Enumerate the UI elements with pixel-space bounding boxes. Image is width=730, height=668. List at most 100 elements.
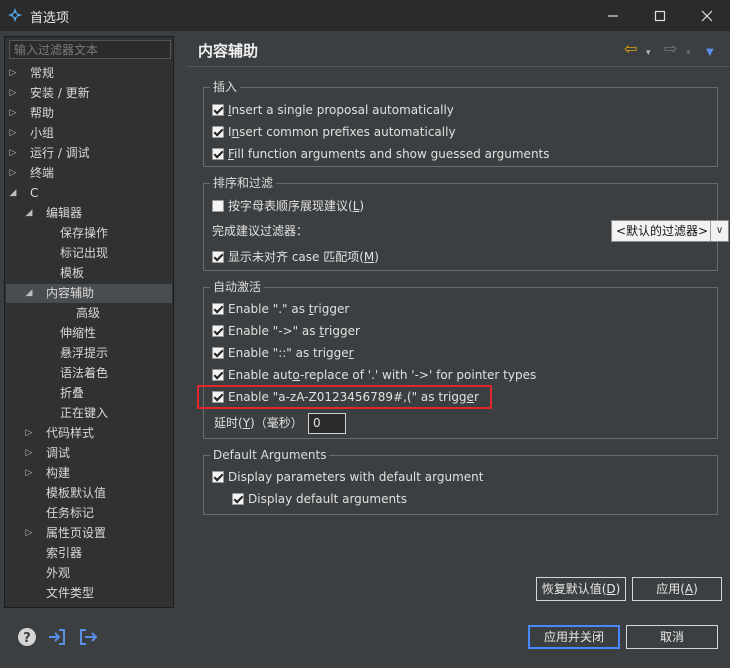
tree-item[interactable]: ▷ 终端 (6, 164, 172, 183)
tree-item[interactable]: 文件类型 (6, 584, 172, 603)
title-separator (186, 66, 730, 67)
collapsed-arrow-icon[interactable] (24, 544, 34, 563)
collapsed-arrow-icon[interactable] (38, 264, 48, 283)
select-value: <默认的过滤器> (616, 224, 709, 238)
completion-filter-select[interactable]: <默认的过滤器> ∨ (611, 220, 729, 242)
tree-item-label: 安装 / 更新 (30, 86, 90, 100)
eclipse-app-icon (8, 8, 22, 22)
expanded-arrow-icon[interactable]: ◢ (8, 184, 18, 203)
collapsed-arrow-icon[interactable]: ▷ (24, 464, 34, 483)
tree-item[interactable]: ◢ C (6, 184, 172, 203)
maximize-button[interactable] (637, 0, 683, 31)
close-button[interactable] (684, 0, 730, 31)
minimize-button[interactable] (590, 0, 636, 31)
collapsed-arrow-icon[interactable]: ▷ (24, 444, 34, 463)
group-title: 排序和过滤 (210, 175, 277, 191)
collapsed-arrow-icon[interactable] (24, 564, 34, 583)
tree-item[interactable]: 索引器 (6, 544, 172, 563)
view-menu-icon[interactable]: ▼ (706, 44, 714, 62)
checkbox-box[interactable] (212, 471, 224, 483)
collapsed-arrow-icon[interactable]: ▷ (8, 84, 18, 103)
help-icon[interactable]: ? (17, 627, 37, 647)
collapsed-arrow-icon[interactable]: ▷ (8, 164, 18, 183)
import-icon[interactable] (47, 627, 67, 647)
tree-item-label: 帮助 (30, 106, 55, 120)
tree-item[interactable]: ◢ 编辑器 (6, 204, 172, 223)
apply-button[interactable]: 应用(A) (632, 577, 722, 601)
checkbox-box[interactable] (212, 369, 224, 381)
delay-input[interactable]: 0 (308, 413, 346, 434)
forward-arrow-icon[interactable]: ⇨ (664, 40, 677, 58)
checkbox-box[interactable] (232, 493, 244, 505)
back-arrow-icon[interactable]: ⇦ (624, 40, 637, 58)
tree-item[interactable]: ◢ 内容辅助 (6, 284, 172, 303)
collapsed-arrow-icon[interactable] (24, 504, 34, 523)
filter-input[interactable] (9, 40, 171, 59)
collapsed-arrow-icon[interactable]: ▷ (8, 64, 18, 83)
collapsed-arrow-icon[interactable]: ▷ (8, 124, 18, 143)
highlight-annotation (197, 385, 492, 409)
restore-defaults-button[interactable]: 恢复默认值(D) (536, 577, 626, 601)
tree-item[interactable]: ▷ 属性页设置 (6, 524, 172, 543)
tree-item[interactable]: ▷ 代码样式 (6, 424, 172, 443)
tree-item-label: 调试 (46, 446, 71, 460)
tree-item[interactable]: 模板 (6, 264, 172, 283)
tree-item[interactable]: ▷ 常规 (6, 64, 172, 83)
collapsed-arrow-icon[interactable] (24, 484, 34, 503)
checkbox-label: Fill function arguments and show guessed… (228, 147, 550, 161)
tree-item[interactable]: 折叠 (6, 384, 172, 403)
tree-item-label: 语法着色 (60, 366, 109, 380)
collapsed-arrow-icon[interactable] (24, 584, 34, 603)
apply-and-close-button[interactable]: 应用并关闭 (528, 625, 620, 649)
collapsed-arrow-icon[interactable]: ▷ (24, 524, 34, 543)
collapsed-arrow-icon[interactable] (38, 244, 48, 263)
expanded-arrow-icon[interactable]: ◢ (24, 204, 34, 223)
tree-item[interactable]: 任务标记 (6, 504, 172, 523)
collapsed-arrow-icon[interactable] (54, 304, 64, 323)
collapsed-arrow-icon[interactable] (38, 364, 48, 383)
checkbox-box[interactable] (212, 325, 224, 337)
collapsed-arrow-icon[interactable] (38, 224, 48, 243)
minimize-icon (608, 14, 618, 17)
tree-item[interactable]: ▷ 帮助 (6, 104, 172, 123)
checkbox-box[interactable] (212, 251, 224, 263)
tree-item[interactable]: ▷ 构建 (6, 464, 172, 483)
cancel-button[interactable]: 取消 (626, 625, 718, 649)
checkbox-label: Insert common prefixes automatically (228, 125, 456, 139)
collapsed-arrow-icon[interactable]: ▷ (8, 104, 18, 123)
tree-item[interactable]: 模板默认值 (6, 484, 172, 503)
tree-item[interactable]: 正在键入 (6, 404, 172, 423)
tree-item[interactable]: ▷ 小组 (6, 124, 172, 143)
tree-item[interactable]: ▷ 安装 / 更新 (6, 84, 172, 103)
content-assist-page: 内容辅助 ⇦ ▾ ⇨ ▾ ▼ 插入 Insert a single propos… (186, 32, 730, 612)
tree-item[interactable]: 保存操作 (6, 224, 172, 243)
checkbox-box[interactable] (212, 148, 224, 160)
collapsed-arrow-icon[interactable] (38, 384, 48, 403)
back-dropdown-icon[interactable]: ▾ (646, 44, 651, 62)
collapsed-arrow-icon[interactable] (38, 344, 48, 363)
tree-item[interactable]: ▷ 调试 (6, 444, 172, 463)
collapsed-arrow-icon[interactable] (38, 324, 48, 343)
checkbox-box[interactable] (212, 347, 224, 359)
tree-item-label: C (30, 186, 39, 200)
maximize-icon (654, 10, 666, 21)
tree-item[interactable]: 高级 (6, 304, 172, 323)
tree-item[interactable]: 外观 (6, 564, 172, 583)
forward-dropdown-icon[interactable]: ▾ (686, 44, 691, 62)
tree-item[interactable]: 语法着色 (6, 364, 172, 383)
collapsed-arrow-icon[interactable] (38, 404, 48, 423)
collapsed-arrow-icon[interactable]: ▷ (24, 424, 34, 443)
checkbox-box[interactable] (212, 104, 224, 116)
svg-text:?: ? (23, 631, 31, 646)
chevron-down-icon[interactable]: ∨ (710, 221, 728, 241)
collapsed-arrow-icon[interactable]: ▷ (8, 144, 18, 163)
export-icon[interactable] (78, 627, 98, 647)
tree-item[interactable]: ▷ 运行 / 调试 (6, 144, 172, 163)
checkbox-box[interactable] (212, 200, 224, 212)
checkbox-box[interactable] (212, 303, 224, 315)
expanded-arrow-icon[interactable]: ◢ (24, 284, 34, 303)
tree-item[interactable]: 伸缩性 (6, 324, 172, 343)
tree-item[interactable]: 标记出现 (6, 244, 172, 263)
checkbox-box[interactable] (212, 126, 224, 138)
tree-item[interactable]: 悬浮提示 (6, 344, 172, 363)
